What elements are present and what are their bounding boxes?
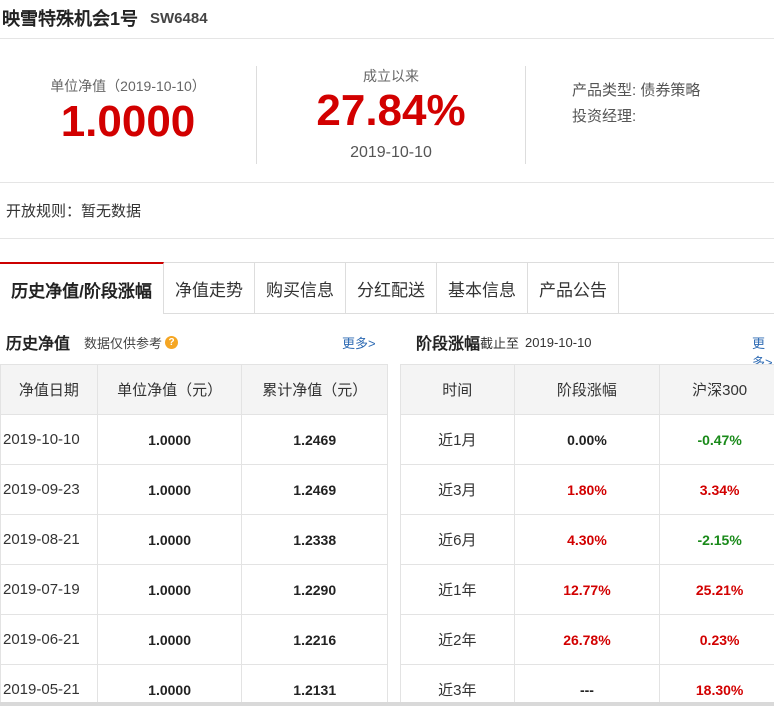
period-return-cell: ---: [513, 664, 661, 706]
nav-label: 单位净值（2019-10-10）: [50, 78, 206, 94]
unit-nav-cell: 1.0000: [96, 564, 243, 615]
product-type-value: 债券策略: [640, 82, 701, 99]
period-cell: 近6月: [400, 514, 515, 565]
nav-date-cell: 2019-10-10: [0, 414, 98, 465]
since-label: 成立以来: [363, 68, 419, 84]
fund-title-bar: 映雪特殊机会1号 SW6484: [0, 0, 774, 36]
performance-title: 阶段涨幅: [416, 336, 481, 353]
history-section-header: 历史净值 数据仅供参考 ?: [6, 322, 179, 362]
table-header-row: 净值日期 单位净值（元） 累计净值（元）: [0, 364, 388, 415]
nav-date-cell: 2019-08-21: [0, 514, 98, 565]
csi300-cell: 3.34%: [659, 464, 774, 515]
period-cell: 近2年: [400, 614, 515, 665]
period-return-cell: 26.78%: [513, 614, 661, 665]
nav-date-cell: 2019-09-23: [0, 464, 98, 515]
horizontal-scrollbar[interactable]: [0, 702, 774, 706]
divider: [0, 38, 774, 39]
cutoff-label: 截止至: [480, 335, 520, 351]
period-return-cell: 12.77%: [513, 564, 661, 615]
column-header: 阶段涨幅: [513, 364, 661, 415]
cumulative-nav-cell: 1.2216: [241, 614, 388, 665]
nav-date-cell: 2019-06-21: [0, 614, 98, 665]
nav-value: 1.0000: [60, 97, 196, 146]
column-header: 净值日期: [0, 364, 98, 415]
tab-announcements[interactable]: 产品公告: [528, 263, 619, 314]
help-icon[interactable]: ?: [165, 335, 179, 349]
tab-purchase-info[interactable]: 购买信息: [255, 263, 346, 314]
history-title: 历史净值: [6, 336, 71, 353]
cumulative-nav-cell: 1.2338: [241, 514, 388, 565]
history-more-link[interactable]: 更多>: [342, 333, 376, 352]
history-note: 数据仅供参考: [84, 335, 163, 351]
tab-basic-info[interactable]: 基本信息: [437, 263, 528, 314]
since-inception-summary: 成立以来 27.84% 2019-10-10: [257, 66, 525, 182]
tab-nav-trend[interactable]: 净值走势: [164, 263, 255, 314]
period-return-cell: 0.00%: [513, 414, 661, 465]
open-rule: 开放规则：暂无数据: [6, 203, 142, 220]
tab-dividends[interactable]: 分红配送: [346, 263, 437, 314]
period-cell: 近1年: [400, 564, 515, 615]
table-row: 近3月 1.80% 3.34%: [400, 464, 774, 515]
cutoff-date: 2019-10-10: [525, 334, 592, 350]
cumulative-nav-cell: 1.2469: [241, 464, 388, 515]
period-return-cell: 4.30%: [513, 514, 661, 565]
manager-label: 投资经理:: [572, 108, 637, 125]
fund-name: 映雪特殊机会1号: [2, 9, 139, 29]
divider: [0, 238, 774, 239]
cumulative-nav-cell: 1.2469: [241, 414, 388, 465]
cumulative-nav-cell: 1.2131: [241, 664, 388, 706]
column-header: 沪深300: [659, 364, 774, 415]
csi300-cell: -2.15%: [659, 514, 774, 565]
csi300-cell: 18.30%: [659, 664, 774, 706]
table-header-row: 时间 阶段涨幅 沪深300: [400, 364, 774, 415]
fund-code: SW6484: [150, 9, 208, 27]
unit-nav-cell: 1.0000: [96, 464, 243, 515]
divider: [525, 66, 526, 164]
column-header: 累计净值（元）: [241, 364, 388, 415]
unit-nav-cell: 1.0000: [96, 664, 243, 706]
table-row: 2019-07-19 1.0000 1.2290: [0, 564, 388, 615]
csi300-cell: 25.21%: [659, 564, 774, 615]
nav-date-cell: 2019-07-19: [0, 564, 98, 615]
divider: [0, 182, 774, 183]
period-cell: 近3年: [400, 664, 515, 706]
table-row: 近3年 --- 18.30%: [400, 664, 774, 706]
table-row: 近2年 26.78% 0.23%: [400, 614, 774, 665]
period-cell: 近3月: [400, 464, 515, 515]
performance-section-header: 阶段涨幅 截止至 2019-10-10: [416, 322, 592, 362]
period-cell: 近1月: [400, 414, 515, 465]
since-value: 27.84%: [316, 86, 466, 135]
since-date: 2019-10-10: [350, 144, 432, 161]
product-type-label: 产品类型:: [572, 82, 637, 99]
performance-table: 时间 阶段涨幅 沪深300 近1月 0.00% -0.47% 近3月 1.80% 3.34…: [400, 364, 774, 706]
history-nav-table: 净值日期 单位净值（元） 累计净值（元） 2019-10-10 1.0000 1.2…: [0, 364, 388, 706]
unit-nav-cell: 1.0000: [96, 414, 243, 465]
unit-nav-cell: 1.0000: [96, 614, 243, 665]
product-type-row: 产品类型: 债券策略: [572, 78, 772, 104]
column-header: 时间: [400, 364, 515, 415]
fund-summary: 单位净值（2019-10-10） 1.0000 成立以来 27.84% 2019…: [0, 56, 774, 172]
nav-summary: 单位净值（2019-10-10） 1.0000: [0, 76, 256, 192]
table-row: 2019-10-10 1.0000 1.2469: [0, 414, 388, 465]
csi300-cell: 0.23%: [659, 614, 774, 665]
manager-row: 投资经理:: [572, 104, 772, 130]
table-row: 2019-09-23 1.0000 1.2469: [0, 464, 388, 515]
unit-nav-cell: 1.0000: [96, 514, 243, 565]
nav-date-cell: 2019-05-21: [0, 664, 98, 706]
product-info: 产品类型: 债券策略 投资经理:: [572, 78, 772, 194]
table-row: 2019-05-21 1.0000 1.2131: [0, 664, 388, 706]
table-row: 2019-08-21 1.0000 1.2338: [0, 514, 388, 565]
table-row: 近6月 4.30% -2.15%: [400, 514, 774, 565]
table-row: 近1月 0.00% -0.47%: [400, 414, 774, 465]
table-row: 近1年 12.77% 25.21%: [400, 564, 774, 615]
csi300-cell: -0.47%: [659, 414, 774, 465]
period-return-cell: 1.80%: [513, 464, 661, 515]
tab-bar: 历史净值/阶段涨幅 净值走势 购买信息 分红配送 基本信息 产品公告: [0, 262, 774, 314]
table-row: 2019-06-21 1.0000 1.2216: [0, 614, 388, 665]
cumulative-nav-cell: 1.2290: [241, 564, 388, 615]
column-header: 单位净值（元）: [96, 364, 243, 415]
tab-history-performance[interactable]: 历史净值/阶段涨幅: [0, 262, 164, 314]
